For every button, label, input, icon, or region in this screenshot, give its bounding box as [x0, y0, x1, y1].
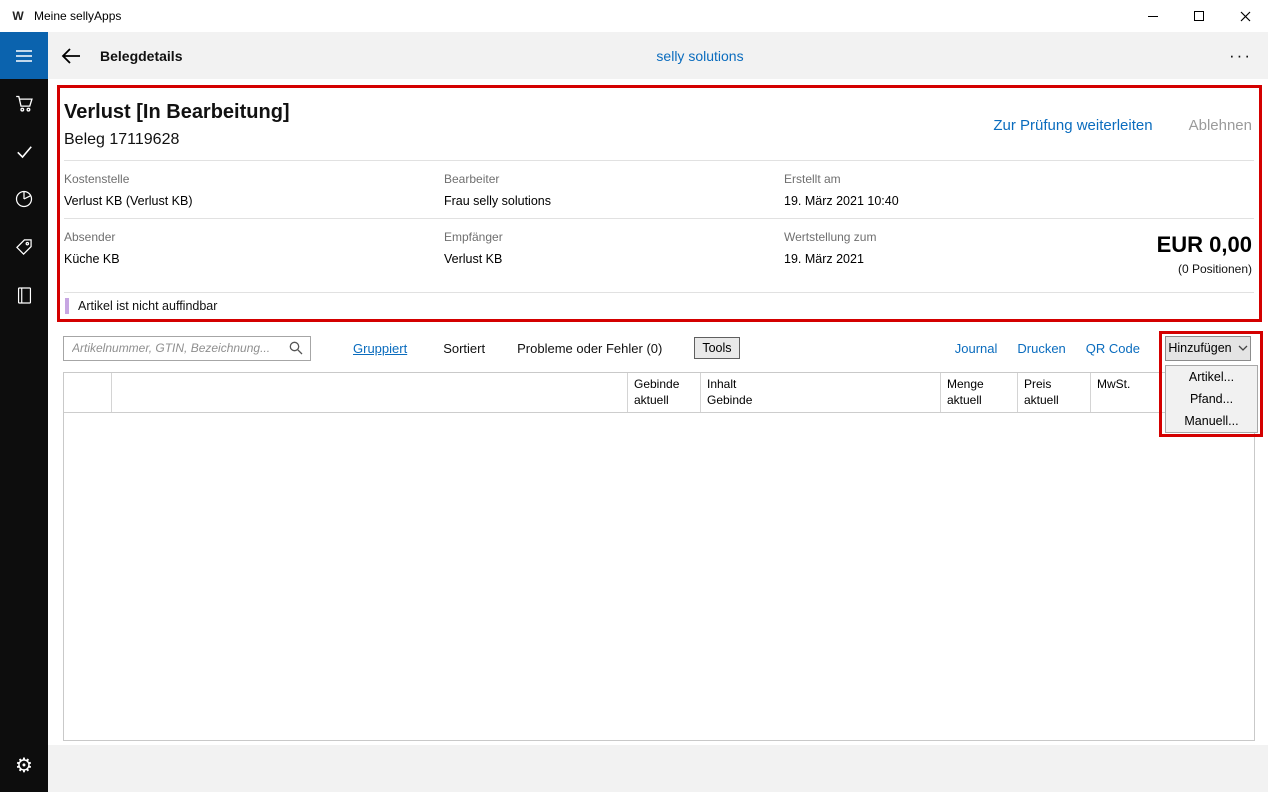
- sidebar-item-prices[interactable]: [0, 223, 48, 271]
- check-icon: [15, 142, 34, 161]
- field-label: Empfänger: [444, 230, 784, 244]
- pie-chart-icon: [14, 189, 34, 209]
- qr-code-link[interactable]: QR Code: [1086, 341, 1140, 356]
- tools-button[interactable]: Tools: [694, 337, 739, 359]
- tag-icon: [14, 237, 34, 257]
- page-title: Belegdetails: [100, 48, 182, 64]
- app-frame: ⚙ Belegdetails selly solutions ··· Verlu…: [0, 32, 1268, 792]
- table-header-empty-1: [64, 373, 112, 412]
- document-actions: Zur Prüfung weiterleiten Ablehnen: [993, 117, 1254, 134]
- journal-link[interactable]: Journal: [955, 341, 998, 356]
- field-label: Bearbeiter: [444, 172, 784, 186]
- add-button-label: Hinzufügen: [1168, 341, 1231, 355]
- table-body-empty: [64, 413, 1254, 740]
- table-header-preis: Preis aktuell: [1018, 373, 1091, 412]
- positions-toolbar: Gruppiert Sortiert Probleme oder Fehler …: [63, 335, 1262, 361]
- positions-table: Gebinde aktuell Inhalt Gebinde Menge akt…: [63, 372, 1255, 741]
- hamburger-icon: [15, 49, 33, 63]
- close-button[interactable]: [1222, 0, 1268, 32]
- menu-item-manuell[interactable]: Manuell...: [1166, 410, 1257, 432]
- toolbar-right: Journal Drucken QR Code Hinzufügen: [955, 336, 1262, 361]
- journal-icon: [15, 286, 34, 305]
- positions-count: (0 Positionen): [1157, 262, 1252, 276]
- add-button[interactable]: Hinzufügen: [1165, 336, 1251, 361]
- grouped-toggle[interactable]: Gruppiert: [353, 341, 407, 356]
- minimize-button[interactable]: [1130, 0, 1176, 32]
- document-title: Verlust [In Bearbeitung]: [64, 101, 290, 124]
- field-bearbeiter: Bearbeiter Frau selly solutions: [444, 172, 784, 208]
- table-header-row: Gebinde aktuell Inhalt Gebinde Menge akt…: [64, 373, 1254, 413]
- search-input[interactable]: [72, 341, 289, 355]
- menu-item-artikel[interactable]: Artikel...: [1166, 366, 1257, 388]
- sidebar-item-journal[interactable]: [0, 271, 48, 319]
- add-dropdown-menu: Artikel... Pfand... Manuell...: [1165, 365, 1258, 433]
- search-box: [63, 336, 311, 361]
- back-button[interactable]: [48, 47, 94, 65]
- print-link[interactable]: Drucken: [1017, 341, 1065, 356]
- sidebar-item-statistics[interactable]: [0, 175, 48, 223]
- field-value: Verlust KB: [444, 252, 784, 266]
- table-header-mwst: MwSt.: [1091, 373, 1161, 412]
- window-controls: [1130, 0, 1268, 32]
- chevron-down-icon: [1238, 345, 1248, 351]
- minimize-icon: [1148, 16, 1158, 17]
- document-details-panel: Verlust [In Bearbeitung] Beleg 17119628 …: [57, 85, 1262, 322]
- footer-strip: [48, 745, 1268, 792]
- field-empfaenger: Empfänger Verlust KB: [444, 230, 784, 266]
- table-header-gebinde: Gebinde aktuell: [628, 373, 701, 412]
- app-header: Belegdetails selly solutions ···: [48, 32, 1268, 79]
- field-value: Verlust KB (Verlust KB): [64, 194, 444, 208]
- document-number: Beleg 17119628: [64, 131, 290, 149]
- status-color-bar: [65, 298, 69, 314]
- app-icon: W: [10, 8, 26, 24]
- app-name-label: selly solutions: [132, 48, 1268, 64]
- sidebar: ⚙: [0, 32, 48, 792]
- table-header-description: [112, 373, 628, 412]
- maximize-icon: [1194, 11, 1204, 21]
- field-label: Wertstellung zum: [784, 230, 1034, 244]
- total-amount: EUR 0,00: [1157, 232, 1252, 258]
- field-value: Küche KB: [64, 252, 444, 266]
- menu-button[interactable]: [0, 32, 48, 79]
- main-area: Belegdetails selly solutions ··· Verlust…: [48, 32, 1268, 792]
- table-header-inhalt: Inhalt Gebinde: [701, 373, 941, 412]
- field-label: Erstellt am: [784, 172, 1254, 186]
- close-icon: [1240, 11, 1251, 22]
- sidebar-item-tasks[interactable]: [0, 127, 48, 175]
- cart-icon: [14, 93, 35, 114]
- more-button[interactable]: ···: [1229, 46, 1252, 66]
- problems-errors-link[interactable]: Probleme oder Fehler (0): [517, 341, 662, 356]
- document-total: EUR 0,00 (0 Positionen): [1157, 230, 1254, 276]
- sorted-toggle[interactable]: Sortiert: [443, 341, 485, 356]
- window-titlebar: W Meine sellyApps: [0, 0, 1268, 32]
- field-value: 19. März 2021: [784, 252, 1034, 266]
- status-message: Artikel ist nicht auffindbar: [78, 299, 217, 313]
- reject-link[interactable]: Ablehnen: [1189, 117, 1252, 134]
- document-titles: Verlust [In Bearbeitung] Beleg 17119628: [64, 101, 290, 149]
- fields-row-2: Absender Küche KB Empfänger Verlust KB W…: [64, 218, 1254, 292]
- gear-icon: ⚙: [15, 756, 33, 776]
- field-wertstellung: Wertstellung zum 19. März 2021: [784, 230, 1034, 266]
- fields-row-1: Kostenstelle Verlust KB (Verlust KB) Bea…: [64, 160, 1254, 218]
- field-label: Kostenstelle: [64, 172, 444, 186]
- content-area: Verlust [In Bearbeitung] Beleg 17119628 …: [48, 79, 1268, 745]
- document-header: Verlust [In Bearbeitung] Beleg 17119628 …: [64, 88, 1254, 160]
- maximize-button[interactable]: [1176, 0, 1222, 32]
- field-erstellt-am: Erstellt am 19. März 2021 10:40: [784, 172, 1254, 208]
- status-row: Artikel ist nicht auffindbar: [64, 292, 1254, 319]
- field-absender: Absender Küche KB: [64, 230, 444, 266]
- window-title: Meine sellyApps: [34, 9, 121, 23]
- sidebar-item-settings[interactable]: ⚙: [0, 742, 48, 790]
- field-value: 19. März 2021 10:40: [784, 194, 1254, 208]
- sidebar-item-cart[interactable]: [0, 79, 48, 127]
- forward-review-link[interactable]: Zur Prüfung weiterleiten: [993, 117, 1152, 134]
- field-value: Frau selly solutions: [444, 194, 784, 208]
- back-arrow-icon: [61, 47, 81, 65]
- search-icon[interactable]: [289, 341, 303, 355]
- field-kostenstelle: Kostenstelle Verlust KB (Verlust KB): [64, 172, 444, 208]
- table-header-menge: Menge aktuell: [941, 373, 1018, 412]
- menu-item-pfand[interactable]: Pfand...: [1166, 388, 1257, 410]
- field-label: Absender: [64, 230, 444, 244]
